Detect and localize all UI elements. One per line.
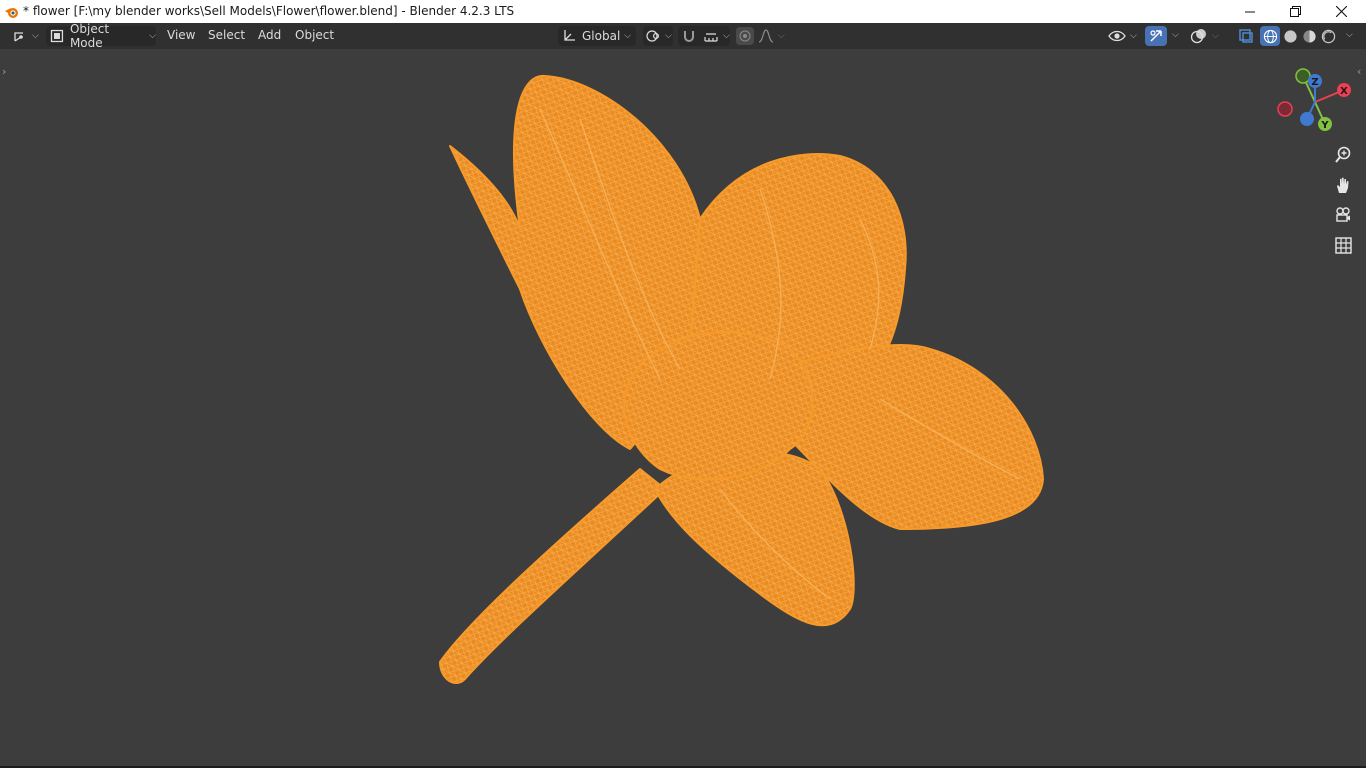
gizmo-z-label: Z: [1311, 77, 1318, 88]
pivot-icon: [646, 30, 660, 42]
blender-logo-icon: [5, 8, 18, 18]
overlays-selector[interactable]: ⌵: [1190, 26, 1226, 46]
rendered-shading-button[interactable]: [1318, 26, 1338, 46]
chevron-down-icon: ⌵: [665, 31, 672, 41]
window-titlebar: * flower [F:\my blender works\Sell Model…: [0, 0, 1366, 23]
gizmo-dropdown-icon[interactable]: ⌵: [1172, 30, 1179, 40]
minimize-button[interactable]: [1227, 0, 1273, 23]
mode-label: Object Mode: [69, 22, 110, 50]
pan-button[interactable]: [1331, 173, 1355, 197]
navigation-gizmo[interactable]: Z X Y: [1274, 67, 1364, 147]
menu-select[interactable]: Select: [208, 28, 245, 42]
3d-viewport[interactable]: › ‹ Z X Y: [0, 49, 1366, 766]
chevron-down-icon: ⌵: [32, 31, 39, 41]
rendered-shading-icon: [1321, 29, 1335, 43]
wireframe-shading-button[interactable]: [1260, 26, 1280, 46]
proportional-toggle[interactable]: [736, 27, 754, 45]
menu-add[interactable]: Add: [258, 28, 281, 42]
material-preview-icon: [1302, 29, 1316, 43]
magnet-icon: [684, 31, 694, 42]
visibility-selector[interactable]: ⌵: [1108, 26, 1140, 46]
orientation-label: Global: [582, 29, 621, 43]
orientation-axes-icon: [564, 30, 575, 41]
shading-dropdown-icon[interactable]: ⌵: [1346, 30, 1353, 40]
menu-view[interactable]: View: [167, 28, 195, 42]
proportional-editing-group[interactable]: ⌵: [734, 26, 786, 46]
gizmo-y-label: Y: [1320, 120, 1329, 131]
camera-view-button[interactable]: [1331, 203, 1355, 227]
snap-increment-icon: [704, 33, 718, 42]
wireframe-shading-icon: [1263, 29, 1277, 43]
flower-wireframe[interactable]: [0, 49, 1366, 766]
gizmo-toggle[interactable]: [1145, 26, 1167, 46]
solid-shading-button[interactable]: [1280, 26, 1300, 46]
material-preview-button[interactable]: [1299, 26, 1319, 46]
visibility-eye-icon: [1108, 30, 1126, 42]
window-title: * flower [F:\my blender works\Sell Model…: [23, 4, 515, 18]
chevron-down-icon: ⌵: [624, 31, 632, 41]
minimize-icon: [1245, 11, 1255, 12]
close-icon: [1335, 6, 1347, 17]
restore-button[interactable]: [1272, 0, 1318, 23]
restore-icon: [1289, 6, 1301, 17]
proportional-edit-icon: [739, 30, 751, 42]
gizmo-neg-x-icon[interactable]: [1277, 101, 1293, 117]
chevron-down-icon: ⌵: [149, 31, 156, 41]
zoom-button[interactable]: [1331, 143, 1355, 167]
object-mode-icon: [50, 29, 64, 43]
camera-view-icon: [1336, 207, 1350, 222]
ortho-toggle-button[interactable]: [1331, 233, 1355, 257]
overlay-icon: [1190, 29, 1206, 44]
editor-type-selector[interactable]: ⌵: [8, 26, 40, 46]
mode-selector[interactable]: Object Mode ⌵: [46, 22, 156, 50]
xray-toggle[interactable]: [1236, 26, 1256, 46]
chevron-down-icon: ⌵: [723, 31, 730, 41]
chevron-down-icon: ⌵: [778, 31, 785, 41]
zoom-icon: [1335, 146, 1351, 163]
gizmo-neg-z-icon[interactable]: [1300, 112, 1314, 126]
solid-shading-icon: [1283, 29, 1297, 43]
chevron-down-icon: ⌵: [1212, 31, 1219, 41]
gizmo-neg-y-icon[interactable]: [1295, 68, 1311, 84]
gizmo-x-label: X: [1340, 86, 1348, 97]
close-button[interactable]: [1318, 0, 1364, 23]
menu-object[interactable]: Object: [295, 28, 334, 42]
pivot-point-selector[interactable]: ⌵: [643, 26, 673, 46]
xray-icon: [1239, 29, 1253, 43]
falloff-curve-icon: [758, 29, 774, 43]
pan-hand-icon: [1337, 177, 1349, 193]
3d-viewport-icon: [14, 32, 23, 42]
chevron-down-icon: ⌵: [1130, 31, 1137, 41]
ortho-grid-icon: [1334, 236, 1352, 254]
viewport-header: ⌵ Object Mode ⌵ View Select Add Object G…: [0, 22, 1366, 50]
flower-stem: [439, 468, 666, 684]
snapping-group[interactable]: ⌵: [678, 26, 730, 46]
transform-orientation-selector[interactable]: Global ⌵: [558, 26, 636, 46]
gizmo-icon: [1150, 30, 1162, 42]
